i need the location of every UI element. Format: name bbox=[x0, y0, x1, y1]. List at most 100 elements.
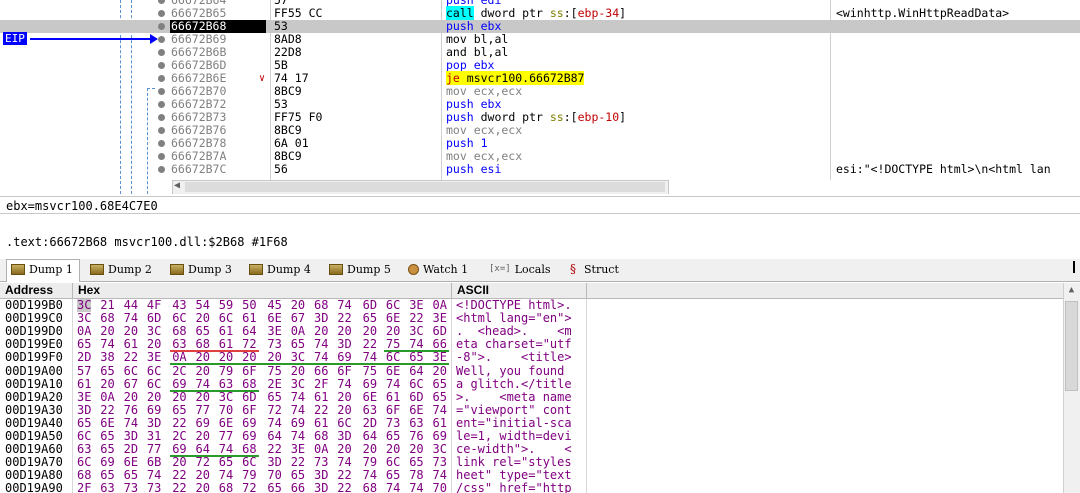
dump-address[interactable]: 00D19A50 bbox=[5, 430, 63, 443]
hex-byte[interactable]: 2F bbox=[77, 482, 91, 493]
hex-byte[interactable]: 43 bbox=[172, 299, 186, 312]
tab-dump-5[interactable]: Dump 5 bbox=[325, 260, 397, 280]
hex-byte[interactable]: 65 bbox=[267, 390, 281, 404]
hex-byte[interactable]: 6C bbox=[124, 364, 138, 378]
hex-byte[interactable]: 6C bbox=[77, 430, 91, 443]
hex-byte[interactable]: 6C bbox=[147, 377, 161, 391]
hex-byte[interactable]: 74 bbox=[124, 416, 138, 430]
hex-byte[interactable]: 3C bbox=[147, 325, 161, 338]
hex-byte[interactable]: 22 bbox=[124, 351, 138, 364]
hex-byte[interactable]: 54 bbox=[196, 299, 210, 312]
hex-byte[interactable]: 72 bbox=[242, 482, 256, 493]
dump-address[interactable]: 00D199B0 bbox=[5, 299, 63, 312]
disasm-row[interactable]: 66672B68 53 push ebx bbox=[0, 20, 1080, 33]
breakpoint-dot-icon[interactable] bbox=[158, 127, 165, 134]
hex-byte[interactable]: 6E bbox=[386, 364, 400, 378]
hex-byte[interactable]: 22 bbox=[100, 403, 114, 417]
hex-byte[interactable]: 22 bbox=[337, 312, 351, 325]
hex-byte[interactable]: 44 bbox=[124, 299, 138, 312]
dump-address[interactable]: 00D19A70 bbox=[5, 456, 63, 469]
scrollbar-thumb[interactable] bbox=[185, 182, 665, 192]
hex-byte[interactable]: 6C bbox=[77, 456, 91, 469]
breakpoint-dot-icon[interactable] bbox=[158, 101, 165, 108]
hex-byte[interactable]: 61 bbox=[124, 338, 138, 351]
hex-byte[interactable]: 21 bbox=[100, 299, 114, 312]
hex-byte[interactable]: 20 bbox=[337, 390, 351, 404]
hex-byte[interactable]: 77 bbox=[147, 443, 161, 456]
hex-byte[interactable]: 6C bbox=[172, 312, 186, 325]
hex-byte[interactable]: 20 bbox=[386, 325, 400, 338]
hex-byte[interactable]: 69 bbox=[291, 416, 305, 430]
hex-byte[interactable]: 69 bbox=[242, 416, 256, 430]
hex-byte[interactable]: 6D bbox=[242, 390, 256, 404]
hex-byte[interactable]: 0A bbox=[77, 325, 91, 338]
hex-byte[interactable]: 6F bbox=[242, 364, 256, 378]
breakpoint-dot-icon[interactable] bbox=[158, 23, 165, 30]
hex-byte[interactable]: 6F bbox=[386, 403, 400, 417]
dump-row[interactable]: 00D19A20 3E 0A 20 20 20 20 3C 6D 65 74 61 20 6E 61 6D 65… bbox=[0, 390, 590, 404]
hex-byte[interactable]: 0A bbox=[433, 299, 447, 312]
hex-byte[interactable]: 65 bbox=[196, 325, 210, 338]
hex-byte[interactable]: 2D bbox=[363, 416, 377, 430]
hex-byte[interactable]: 68 bbox=[314, 299, 328, 312]
hex-byte[interactable]: 65 bbox=[386, 469, 400, 482]
hex-byte[interactable]: 68 bbox=[219, 482, 233, 493]
hex-byte[interactable]: 20 bbox=[196, 364, 210, 378]
breakpoint-dot-icon[interactable] bbox=[158, 166, 165, 173]
tab-watch-1[interactable]: Watch 1 bbox=[404, 260, 474, 280]
hex-byte[interactable]: 74 bbox=[147, 469, 161, 482]
hex-byte[interactable]: 63 bbox=[409, 416, 423, 430]
hex-byte[interactable]: 66 bbox=[291, 482, 305, 493]
hex-byte[interactable]: 77 bbox=[196, 403, 210, 417]
ascii-text[interactable]: Well, you found bbox=[456, 364, 572, 378]
hex-byte[interactable]: 65 bbox=[77, 338, 91, 351]
hex-byte[interactable]: 75 bbox=[267, 364, 281, 378]
instruction-address[interactable]: 66672B7C bbox=[171, 163, 266, 176]
hex-byte[interactable]: 69 bbox=[147, 403, 161, 417]
ascii-text[interactable]: >. <meta name bbox=[456, 390, 572, 404]
header-address[interactable]: Address bbox=[5, 283, 53, 298]
disasm-row[interactable]: 66672B69 8AD8 mov bl,al bbox=[0, 33, 1080, 46]
scroll-up-icon[interactable]: ▲ bbox=[1063, 283, 1080, 297]
hex-byte[interactable]: 6E bbox=[219, 416, 233, 430]
ascii-text[interactable]: <html lang="en"> bbox=[456, 312, 572, 325]
hex-byte[interactable]: 2F bbox=[314, 377, 328, 391]
hex-byte[interactable]: 70 bbox=[433, 482, 447, 493]
dump-address[interactable]: 00D199E0 bbox=[5, 338, 63, 351]
dump-row[interactable]: 00D199C0 3C 68 74 6D 6C 20 6C 61 6E 67 3D 22 65 6E 22 3E… bbox=[0, 312, 590, 325]
scroll-left-icon[interactable]: ◀ bbox=[174, 180, 180, 191]
hex-byte[interactable]: 6C bbox=[242, 456, 256, 469]
hex-byte[interactable]: 22 bbox=[172, 416, 186, 430]
ascii-text[interactable]: link rel="styles bbox=[456, 456, 572, 469]
hex-byte[interactable]: 74 bbox=[337, 456, 351, 469]
hex-byte[interactable]: 72 bbox=[267, 403, 281, 417]
ascii-text[interactable]: . <head>. <m bbox=[456, 325, 572, 338]
disasm-row[interactable]: 66672B76 8BC9 mov ecx,ecx bbox=[0, 124, 1080, 137]
hex-byte[interactable]: 22 bbox=[409, 312, 423, 325]
hex-byte[interactable]: 2D bbox=[77, 351, 91, 364]
hex-byte[interactable]: 6F bbox=[337, 364, 351, 378]
hex-byte[interactable]: 3D bbox=[267, 456, 281, 469]
dump-row[interactable]: 00D19A50 6C 65 3D 31 2C 20 77 69 64 74 68 3D 64 65 76 69… bbox=[0, 430, 590, 443]
hex-byte[interactable]: 57 bbox=[77, 364, 91, 378]
hex-byte[interactable]: 61 bbox=[386, 390, 400, 404]
hex-byte[interactable]: 6E bbox=[363, 390, 377, 404]
hex-byte[interactable]: 76 bbox=[409, 430, 423, 443]
hex-byte[interactable]: 74 bbox=[124, 312, 138, 325]
hex-byte[interactable]: 79 bbox=[242, 469, 256, 482]
hex-byte[interactable]: 72 bbox=[196, 456, 210, 469]
dump-row[interactable]: 00D19A30 3D 22 76 69 65 77 70 6F 72 74 22 20 63 6F 6E 74… bbox=[0, 403, 590, 417]
dump-pane[interactable]: Address Hex ASCII 00D199B0 3C 21 44 4F 43 54 59… bbox=[0, 283, 1080, 493]
hex-byte[interactable]: 68 bbox=[314, 430, 328, 443]
hex-byte[interactable]: 22 bbox=[172, 482, 186, 493]
hex-byte[interactable]: 65 bbox=[172, 403, 186, 417]
hex-byte[interactable]: 74 bbox=[363, 469, 377, 482]
hex-byte[interactable]: 20 bbox=[196, 469, 210, 482]
hex-byte[interactable]: 61 bbox=[314, 416, 328, 430]
hex-byte[interactable]: 61 bbox=[77, 377, 91, 391]
hex-byte[interactable]: 74 bbox=[267, 416, 281, 430]
hex-byte[interactable]: 20 bbox=[172, 390, 186, 404]
hex-byte[interactable]: 66 bbox=[314, 364, 328, 378]
hex-byte[interactable]: 0A bbox=[100, 390, 114, 404]
hex-byte[interactable]: 6C bbox=[386, 299, 400, 312]
